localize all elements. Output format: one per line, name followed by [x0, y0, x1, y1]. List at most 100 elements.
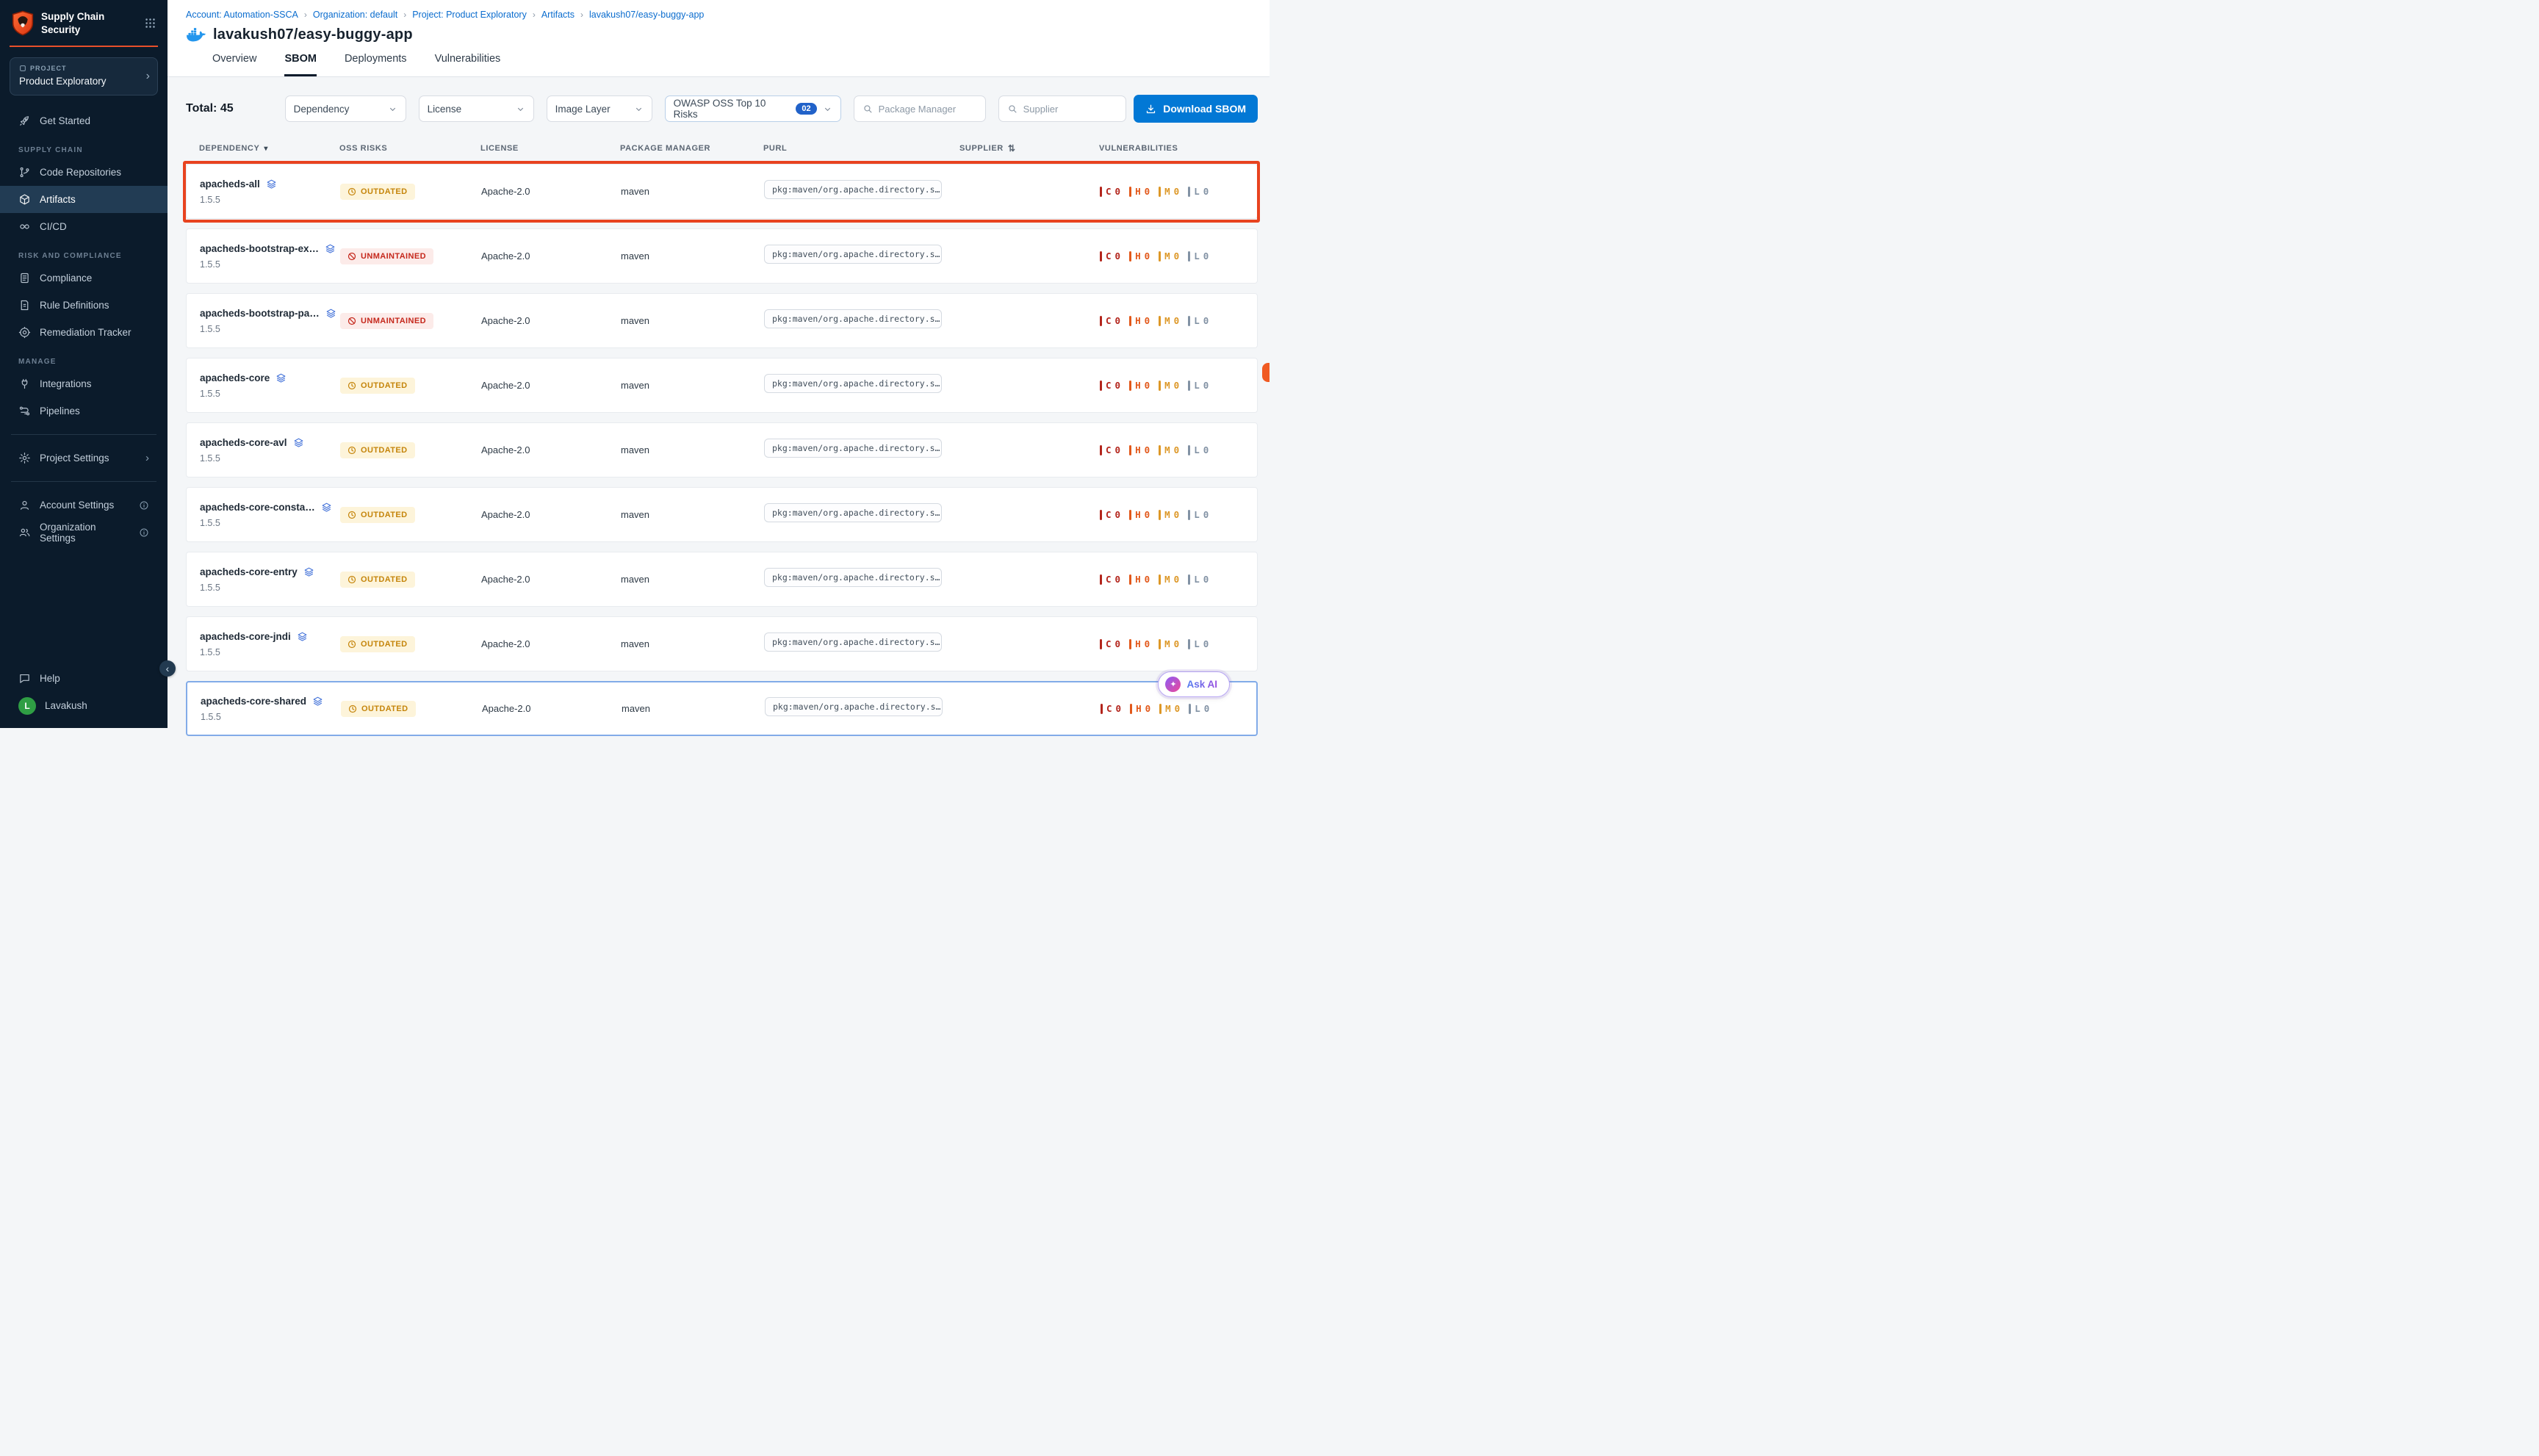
edge-feedback-tab[interactable] — [1262, 363, 1270, 382]
license-filter-dropdown[interactable]: License — [419, 95, 534, 122]
dependency-version: 1.5.5 — [200, 647, 340, 657]
purl-value[interactable]: pkg:maven/org.apache.directory.s… — [764, 309, 942, 328]
clock-icon — [347, 511, 356, 519]
table-row[interactable]: apacheds-core-shared 1.5.5 OUTDATED Apac… — [186, 681, 1258, 736]
table-row[interactable]: apacheds-core-avl 1.5.5 OUTDATED Apache-… — [186, 422, 1258, 477]
table-row[interactable]: apacheds-core-entry 1.5.5 OUTDATED Apach… — [186, 552, 1258, 607]
table-row[interactable]: apacheds-core-jndi 1.5.5 OUTDATED Apache… — [186, 616, 1258, 671]
sidebar-item-pipelines[interactable]: Pipelines — [10, 397, 158, 425]
breadcrumb-link-lavakush07-easy-buggy-app[interactable]: lavakush07/easy-buggy-app — [589, 10, 704, 20]
tab-bar: Overview SBOM Deployments Vulnerabilities — [212, 53, 1258, 76]
table-row[interactable]: apacheds-core-consta… 1.5.5 OUTDATED Apa… — [186, 487, 1258, 542]
docker-icon — [186, 27, 206, 43]
purl-value[interactable]: pkg:maven/org.apache.directory.s… — [764, 633, 942, 652]
sidebar-item-integrations[interactable]: Integrations — [10, 370, 158, 397]
purl-value[interactable]: pkg:maven/org.apache.directory.s… — [764, 180, 942, 199]
app-root: Supply Chain Security PROJECT Product Ex… — [0, 0, 1270, 728]
severity-c: C0 — [1100, 444, 1120, 455]
remediation-icon — [18, 326, 31, 339]
module-grid-icon[interactable] — [144, 17, 156, 29]
sidebar-item-code-repositories[interactable]: Code Repositories — [10, 159, 158, 186]
breadcrumb-separator: › — [304, 10, 307, 20]
oss-risk-badge: UNMAINTAINED — [340, 248, 433, 264]
dependency-name: apacheds-core-entry — [200, 566, 298, 577]
tab-vulnerabilities[interactable]: Vulnerabilities — [435, 53, 501, 76]
purl-value[interactable]: pkg:maven/org.apache.directory.s… — [764, 245, 942, 264]
image-layer-filter-dropdown[interactable]: Image Layer — [547, 95, 652, 122]
sidebar-item-remediation-tracker[interactable]: Remediation Tracker — [10, 319, 158, 346]
sidebar-nav: SUPPLY CHAINCode RepositoriesArtifactsCI… — [10, 134, 158, 425]
oss-risk-badge: OUTDATED — [340, 378, 415, 394]
purl-value[interactable]: pkg:maven/org.apache.directory.s… — [764, 568, 942, 587]
user-menu[interactable]: L Lavakush — [10, 692, 158, 719]
column-header-oss-risks[interactable]: OSS RISKS — [339, 144, 480, 153]
column-header-purl[interactable]: PURL — [763, 144, 959, 153]
tab-overview[interactable]: Overview — [212, 53, 256, 76]
package-manager-value: maven — [621, 509, 764, 520]
chevron-right-icon: › — [145, 452, 149, 464]
supplier-search-input[interactable] — [1023, 104, 1117, 115]
info-icon — [139, 527, 149, 538]
tab-deployments[interactable]: Deployments — [345, 53, 407, 76]
dependency-filter-dropdown[interactable]: Dependency — [285, 95, 406, 122]
download-sbom-button[interactable]: Download SBOM — [1134, 95, 1258, 123]
search-icon — [862, 104, 873, 114]
severity-h: H0 — [1129, 186, 1150, 197]
breadcrumb-link-organization-default[interactable]: Organization: default — [313, 10, 397, 20]
sidebar-collapse-button[interactable]: ‹ — [159, 660, 176, 677]
layers-icon — [266, 179, 277, 190]
project-selector[interactable]: PROJECT Product Exploratory › — [10, 57, 158, 95]
sidebar-item-ci-cd[interactable]: CI/CD — [10, 213, 158, 240]
app-title: Supply Chain Security — [41, 10, 137, 36]
purl-value[interactable]: pkg:maven/org.apache.directory.s… — [764, 374, 942, 393]
dependency-name: apacheds-core-jndi — [200, 631, 291, 642]
sort-desc-icon[interactable]: ▾ — [264, 145, 268, 153]
rules-icon — [18, 299, 31, 311]
ask-ai-button[interactable]: ✦ Ask AI — [1158, 671, 1230, 697]
repo-icon — [18, 166, 31, 179]
table-row[interactable]: apacheds-all 1.5.5 OUTDATED Apache-2.0 m… — [186, 164, 1258, 219]
sort-icon[interactable]: ⇅ — [1008, 143, 1016, 154]
total-count: Total: 45 — [186, 102, 234, 115]
purl-value[interactable]: pkg:maven/org.apache.directory.s… — [764, 503, 942, 522]
vulnerability-counts: C0H0M0L0 — [1100, 186, 1257, 197]
purl-value[interactable]: pkg:maven/org.apache.directory.s… — [764, 439, 942, 458]
vulnerability-counts: C0H0M0L0 — [1101, 703, 1256, 714]
breadcrumb-link-project-product-exploratory[interactable]: Project: Product Exploratory — [412, 10, 527, 20]
severity-l: L0 — [1188, 444, 1209, 455]
main-area: Account: Automation-SSCA › Organization: d… — [168, 0, 1270, 728]
purl-value[interactable]: pkg:maven/org.apache.directory.s… — [765, 697, 943, 716]
table-row[interactable]: apacheds-bootstrap-pa… 1.5.5 UNMAINTAINE… — [186, 293, 1258, 348]
dependency-version: 1.5.5 — [200, 583, 340, 593]
owasp-filter-dropdown[interactable]: OWASP OSS Top 10 Risks 02 — [665, 95, 841, 122]
sidebar-item-account-settings[interactable]: Account Settings — [10, 491, 158, 519]
rocket-icon — [18, 115, 31, 127]
sidebar-item-artifacts[interactable]: Artifacts — [0, 186, 168, 213]
column-header-supplier[interactable]: SUPPLIER⇅ — [959, 143, 1099, 154]
column-header-license[interactable]: LICENSE — [480, 144, 620, 153]
chevron-down-icon — [634, 104, 644, 114]
column-header-dependency[interactable]: DEPENDENCY▾ — [199, 144, 339, 153]
column-header-vulnerabilities[interactable]: VULNERABILITIES — [1099, 144, 1258, 153]
license-value: Apache-2.0 — [481, 186, 621, 197]
sidebar-item-compliance[interactable]: Compliance — [10, 264, 158, 292]
table-row[interactable]: apacheds-core 1.5.5 OUTDATED Apache-2.0 … — [186, 358, 1258, 413]
sidebar-item-help[interactable]: Help — [10, 665, 158, 692]
tab-sbom[interactable]: SBOM — [284, 53, 317, 76]
package-manager-value: maven — [621, 444, 764, 455]
package-manager-search-input[interactable] — [879, 104, 977, 115]
sidebar-item-get-started[interactable]: Get Started — [10, 107, 158, 134]
table-row[interactable]: apacheds-bootstrap-ex… 1.5.5 UNMAINTAINE… — [186, 228, 1258, 284]
sidebar-item-organization-settings[interactable]: Organization Settings — [10, 519, 158, 546]
table-header: DEPENDENCY▾OSS RISKSLICENSEPACKAGE MANAG… — [186, 143, 1258, 154]
severity-c: C0 — [1100, 186, 1120, 197]
app-logo-icon[interactable] — [11, 10, 35, 36]
sidebar-item-rule-definitions[interactable]: Rule Definitions — [10, 292, 158, 319]
breadcrumb-link-artifacts[interactable]: Artifacts — [541, 10, 575, 20]
severity-c: C0 — [1100, 251, 1120, 262]
column-header-package-manager[interactable]: PACKAGE MANAGER — [620, 144, 763, 153]
license-value: Apache-2.0 — [481, 315, 621, 326]
sidebar-item-project-settings[interactable]: Project Settings › — [10, 444, 158, 472]
breadcrumb-link-account-automation-ssca[interactable]: Account: Automation-SSCA — [186, 10, 298, 20]
slash-circle-icon — [347, 317, 356, 325]
